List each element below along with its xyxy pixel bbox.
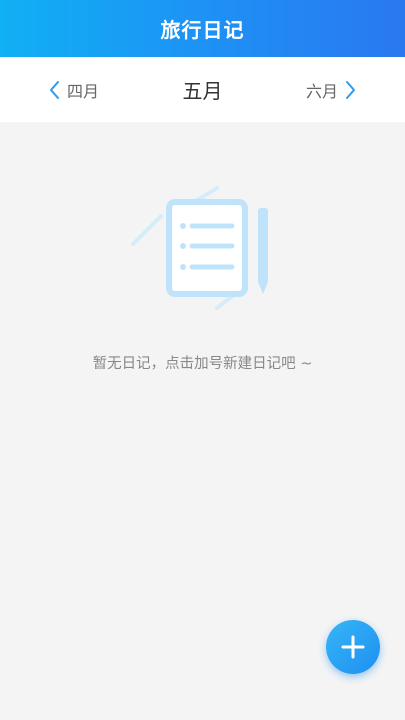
add-diary-button[interactable] (326, 620, 380, 674)
app-header: 旅行日记 (0, 0, 405, 57)
chevron-left-icon (50, 80, 59, 99)
next-month-button[interactable]: 六月 (306, 57, 357, 122)
page-title: 旅行日记 (160, 18, 245, 42)
next-month-label: 六月 (305, 81, 338, 101)
prev-month-button[interactable]: 四月 (48, 57, 99, 122)
month-navigation-bar: 四月 五月 六月 (0, 57, 405, 122)
empty-state-message: 暂无日记，点击加号新建日记吧 ~ (92, 356, 313, 372)
prev-month-label: 四月 (67, 81, 100, 101)
notebook-pencil-icon (125, 178, 280, 318)
chevron-right-icon (346, 80, 355, 99)
plus-icon (341, 635, 365, 659)
